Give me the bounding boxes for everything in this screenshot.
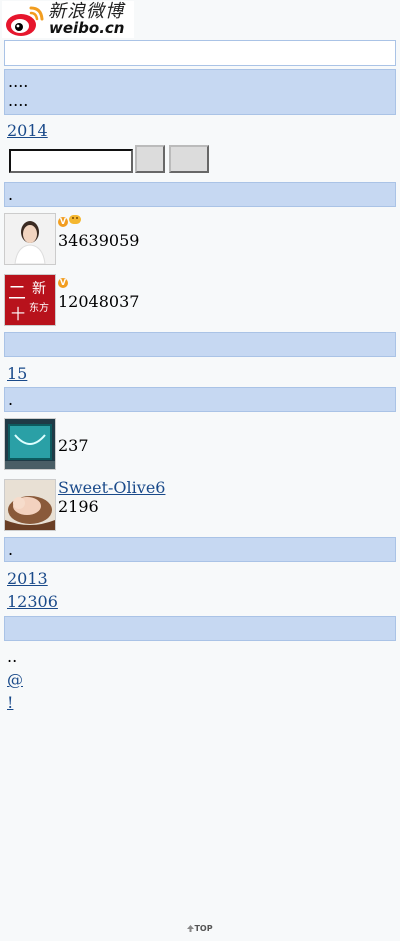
user-card: 237	[0, 415, 400, 476]
topic-item-link[interactable]: 2013	[7, 567, 400, 590]
nav-separator: .	[23, 91, 29, 110]
header: 新浪微博 weibo.cn	[0, 0, 400, 40]
footer-separator: .	[12, 647, 18, 666]
headline-link[interactable]: 2014	[7, 119, 400, 142]
logo-english-text: weibo.cn	[49, 19, 125, 37]
weibo-eye-icon	[6, 6, 44, 36]
footer-links-row: ..	[7, 645, 400, 668]
back-to-top-label: TOP	[194, 924, 213, 933]
section-header-stars: .	[4, 182, 396, 207]
gold-medal-icon	[69, 215, 81, 224]
footer-links-row: @	[7, 668, 400, 691]
back-to-top[interactable]: TOP	[0, 924, 400, 933]
avatar-char: 新	[32, 281, 46, 297]
section-header-grassroots: .	[4, 387, 396, 412]
footer-link[interactable]: @	[7, 670, 23, 689]
avatar-char: 东方	[29, 301, 49, 314]
avatar-char: 二	[8, 283, 26, 304]
user-name-row: Sweet-Olive6	[58, 478, 165, 497]
v-orange-icon: V	[58, 278, 68, 288]
title-separator: .	[8, 390, 14, 409]
user-name-row: V	[58, 273, 68, 292]
avatar-char: 十	[11, 307, 25, 323]
title-separator: .	[8, 540, 14, 559]
avatar-image	[5, 419, 55, 469]
user-name-row: V	[58, 212, 81, 231]
section-header-footer	[4, 616, 396, 641]
fans-value: 2196	[58, 497, 99, 516]
weibo-logo[interactable]: 新浪微博 weibo.cn	[2, 1, 134, 38]
user-card: Sweet-Olive6 2196	[0, 476, 400, 537]
fans-count: 12048037	[58, 292, 139, 311]
section-header-hot	[4, 332, 396, 357]
avatar-image: 二 新 十 东方	[5, 275, 55, 325]
nav-separator: .	[23, 72, 29, 91]
fans-count: 2196	[58, 497, 99, 516]
user-name-link[interactable]: Sweet-Olive6	[58, 478, 165, 497]
section-header-topics: .	[4, 537, 396, 562]
avatar[interactable]	[4, 479, 56, 531]
advanced-search-button[interactable]	[169, 145, 209, 173]
avatar[interactable]	[4, 418, 56, 470]
user-card: V 34639059	[0, 210, 400, 271]
avatar[interactable]	[4, 213, 56, 265]
nav-row-1: ....	[8, 72, 395, 91]
hot-item-link[interactable]: 15	[7, 362, 400, 385]
login-bar	[4, 40, 396, 66]
hot-list: 15	[0, 357, 400, 385]
search-input[interactable]	[9, 149, 133, 173]
fans-value: 34639059	[58, 231, 140, 250]
fans-value: 237	[58, 436, 89, 455]
fans-value: 12048037	[58, 292, 140, 311]
title-separator: .	[8, 185, 14, 204]
footer-link[interactable]: !	[7, 691, 400, 714]
fans-count: 34639059	[58, 231, 139, 250]
headline-list: 2014	[0, 115, 400, 142]
avatar-image	[5, 480, 55, 530]
search-row	[0, 145, 400, 179]
main-nav: .... ....	[4, 69, 396, 115]
user-card: 二 新 十 东方 V 12048037	[0, 271, 400, 332]
fans-count: 237	[58, 436, 89, 455]
footer-links: .. @ !	[0, 641, 400, 714]
v-orange-icon: V	[58, 217, 68, 227]
topic-item-link[interactable]: 12306	[7, 590, 400, 613]
topic-list: 2013 12306	[0, 562, 400, 613]
search-button[interactable]	[135, 145, 165, 173]
nav-row-2: ....	[8, 91, 395, 110]
avatar[interactable]: 二 新 十 东方	[4, 274, 56, 326]
avatar-image	[5, 214, 55, 264]
